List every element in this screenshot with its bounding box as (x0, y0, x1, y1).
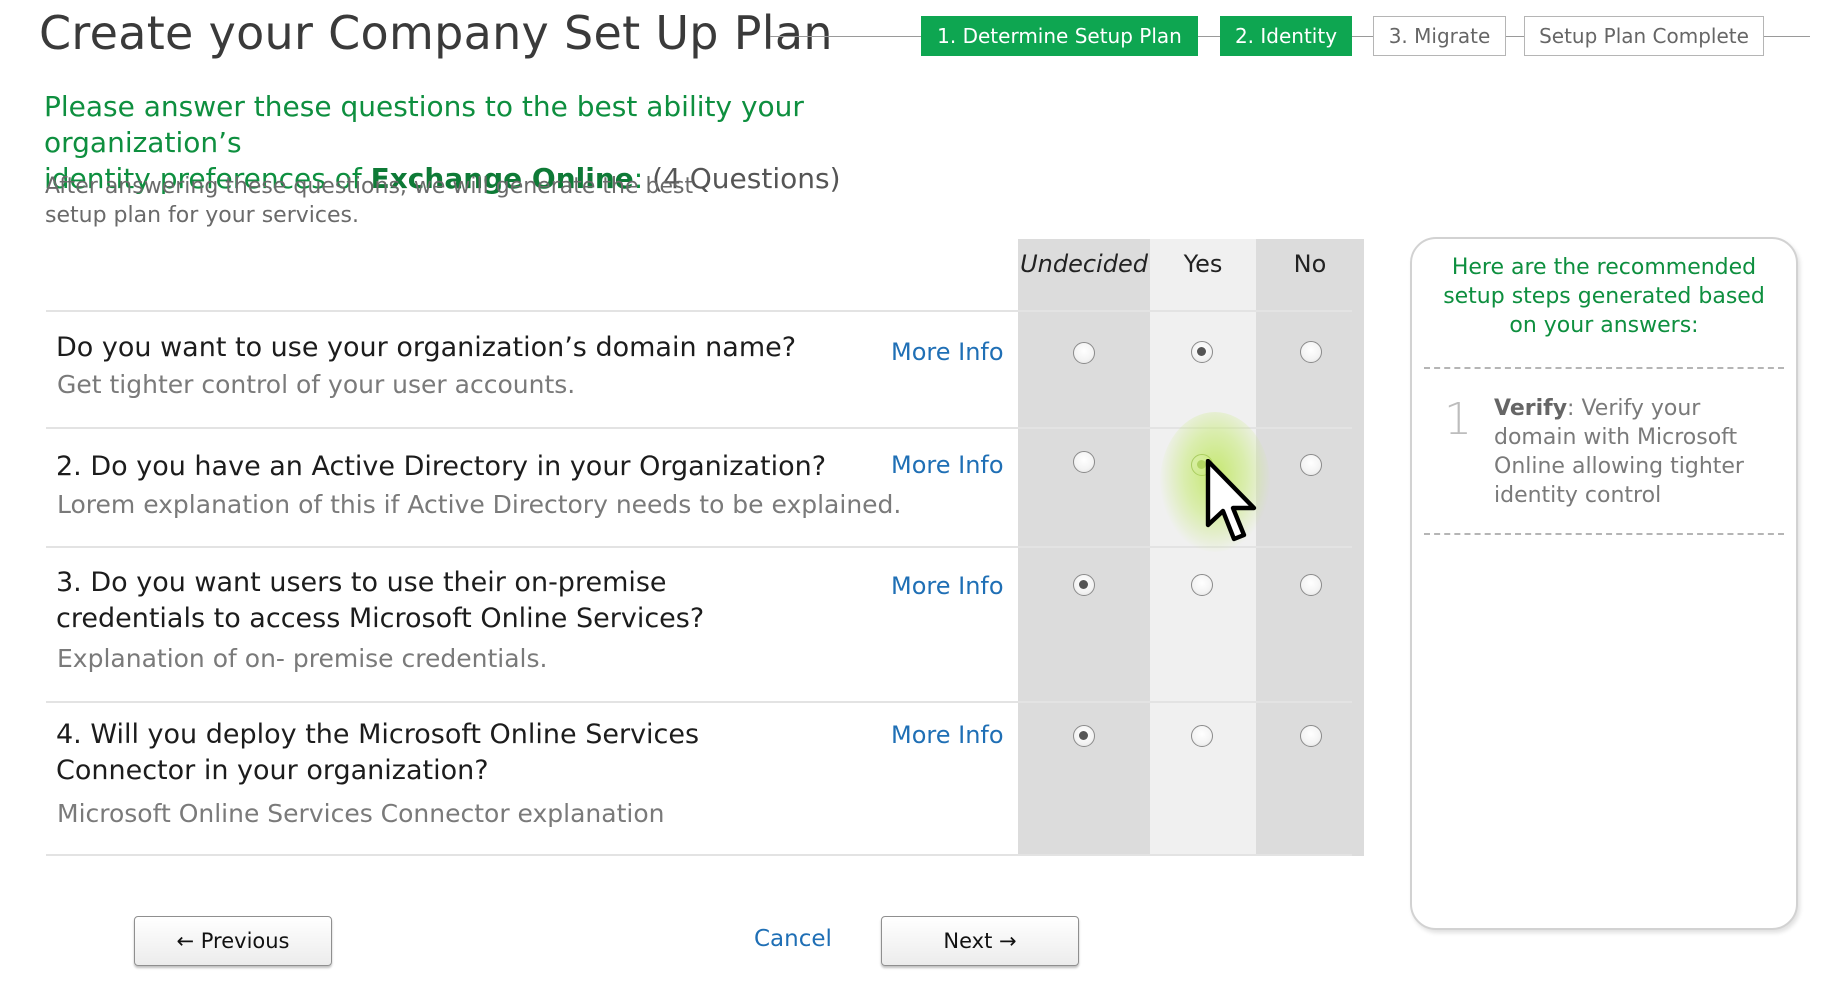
next-button[interactable]: Next → (881, 916, 1079, 966)
recommendation-title-line1: Here are the recommended (1451, 255, 1757, 280)
radio-no[interactable] (1300, 574, 1322, 596)
radio-undecided[interactable] (1073, 725, 1095, 747)
question-title-line2: credentials to access Microsoft Online S… (56, 603, 705, 634)
page-title: Create your Company Set Up Plan (39, 6, 833, 60)
recommendation-step-line4: identity control (1494, 483, 1662, 508)
step-setup-plan-complete[interactable]: Setup Plan Complete (1524, 16, 1764, 56)
recommendation-panel: Here are the recommended setup steps gen… (1410, 237, 1798, 930)
recommendation-step-label: Verify (1494, 396, 1568, 421)
recommendation-divider (1424, 533, 1784, 535)
question-description: Lorem explanation of this if Active Dire… (57, 490, 902, 519)
column-header-undecided: Undecided (1020, 250, 1148, 278)
previous-button[interactable]: ← Previous (134, 916, 332, 966)
more-info-link[interactable]: More Info (891, 572, 1004, 600)
question-title: 4. Will you deploy the Microsoft Online … (56, 717, 886, 789)
row-divider (46, 701, 1352, 703)
question-description: Explanation of on- premise credentials. (57, 644, 548, 673)
intro-subtext-line1: After answering these questions, we will… (45, 174, 694, 199)
question-title-line1: Do you want to use your organization’s d… (56, 332, 797, 363)
row-divider (46, 546, 1352, 548)
question-title: 2. Do you have an Active Directory in yo… (56, 449, 886, 485)
recommendation-step-line1: : Verify your (1567, 396, 1701, 421)
recommendation-step-line3: Online allowing tighter (1494, 454, 1744, 479)
row-divider (46, 854, 1352, 856)
step-identity[interactable]: 2. Identity (1220, 16, 1352, 56)
recommendation-step-number: 1 (1444, 394, 1472, 445)
step-determine-setup-plan[interactable]: 1. Determine Setup Plan (921, 16, 1198, 56)
cancel-link[interactable]: Cancel (754, 926, 832, 952)
radio-undecided[interactable] (1073, 574, 1095, 596)
setup-plan-page: Create your Company Set Up Plan 1. Deter… (0, 0, 1840, 1000)
radio-yes[interactable] (1191, 341, 1213, 363)
more-info-link[interactable]: More Info (891, 451, 1004, 479)
question-title-line1: 3. Do you want users to use their on-pre… (56, 567, 667, 598)
column-header-yes: Yes (1183, 250, 1223, 278)
radio-yes[interactable] (1191, 574, 1213, 596)
intro-subtext: After answering these questions, we will… (45, 172, 705, 230)
recommendation-step-line2: domain with Microsoft (1494, 425, 1738, 450)
recommendation-title-line2: setup steps generated based (1443, 284, 1765, 309)
radio-yes[interactable] (1191, 725, 1213, 747)
question-title: 3. Do you want users to use their on-pre… (56, 565, 886, 637)
question-title: Do you want to use your organization’s d… (56, 330, 886, 366)
radio-no[interactable] (1300, 725, 1322, 747)
radio-undecided[interactable] (1073, 451, 1095, 473)
more-info-link[interactable]: More Info (891, 338, 1004, 366)
question-title-line2: Connector in your organization? (56, 755, 489, 786)
radio-yes[interactable] (1191, 454, 1213, 476)
recommendation-title: Here are the recommended setup steps gen… (1412, 253, 1796, 340)
radio-no[interactable] (1300, 341, 1322, 363)
step-migrate[interactable]: 3. Migrate (1373, 16, 1506, 56)
row-divider (46, 427, 1352, 429)
intro-subtext-line2: setup plan for your services. (45, 203, 359, 228)
row-divider (46, 310, 1352, 312)
recommendation-divider (1424, 367, 1784, 369)
more-info-link[interactable]: More Info (891, 721, 1004, 749)
question-description: Get tighter control of your user account… (57, 370, 576, 399)
recommendation-title-line3: on your answers: (1509, 313, 1699, 338)
question-title-line1: 2. Do you have an Active Directory in yo… (56, 451, 827, 482)
column-header-no: No (1293, 250, 1327, 278)
radio-undecided[interactable] (1073, 342, 1095, 364)
intro-heading-line1: Please answer these questions to the bes… (44, 90, 804, 159)
question-description: Microsoft Online Services Connector expl… (57, 799, 665, 828)
radio-no[interactable] (1300, 454, 1322, 476)
question-title-line1: 4. Will you deploy the Microsoft Online … (56, 719, 700, 750)
recommendation-step-text: Verify: Verify your domain with Microsof… (1494, 394, 1764, 510)
